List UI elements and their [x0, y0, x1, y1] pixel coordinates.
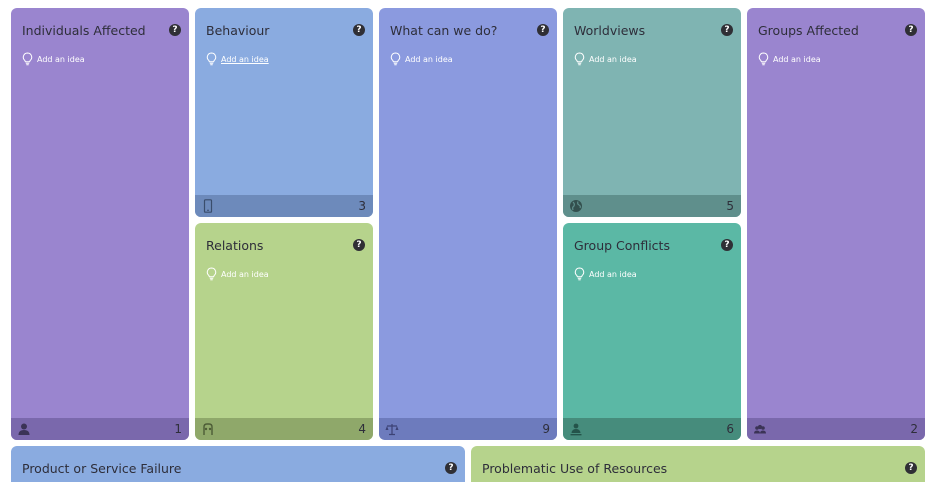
- add-idea-button[interactable]: Add an idea: [22, 52, 85, 66]
- card-title: Individuals Affected: [22, 23, 146, 38]
- card-individuals-affected: Individuals Affected ? Add an idea 1: [11, 8, 189, 440]
- card-footer: 1: [11, 418, 189, 440]
- add-idea-button[interactable]: Add an idea: [758, 52, 821, 66]
- lightbulb-icon: [574, 267, 585, 281]
- card-title: Behaviour: [206, 23, 270, 38]
- help-icon[interactable]: ?: [721, 24, 733, 36]
- lightbulb-icon: [206, 52, 217, 66]
- idea-count: 2: [910, 422, 918, 436]
- idea-count: 5: [726, 199, 734, 213]
- card-title: Worldviews: [574, 23, 646, 38]
- lightbulb-icon: [390, 52, 401, 66]
- help-icon[interactable]: ?: [905, 462, 917, 474]
- conflict-icon: [570, 423, 582, 436]
- card-footer: 2: [747, 418, 925, 440]
- group-icon: [754, 424, 766, 434]
- help-icon[interactable]: ?: [353, 24, 365, 36]
- help-icon[interactable]: ?: [905, 24, 917, 36]
- add-idea-button[interactable]: Add an idea: [390, 52, 453, 66]
- card-worldviews: Worldviews ? Add an idea 5: [563, 8, 741, 217]
- card-group-conflicts: Group Conflicts ? Add an idea 6: [563, 223, 741, 440]
- card-footer: 3: [195, 195, 373, 217]
- help-icon[interactable]: ?: [445, 462, 457, 474]
- add-idea-label: Add an idea: [221, 54, 269, 64]
- add-idea-label: Add an idea: [589, 269, 637, 279]
- card-title: Product or Service Failure: [22, 461, 182, 476]
- add-idea-label: Add an idea: [221, 269, 269, 279]
- add-idea-label: Add an idea: [37, 54, 85, 64]
- idea-count: 3: [358, 199, 366, 213]
- card-footer: 9: [379, 418, 557, 440]
- add-idea-button[interactable]: Add an idea: [206, 52, 269, 66]
- card-footer: 6: [563, 418, 741, 440]
- add-idea-label: Add an idea: [773, 54, 821, 64]
- card-title: Group Conflicts: [574, 238, 670, 253]
- add-idea-label: Add an idea: [589, 54, 637, 64]
- add-idea-button[interactable]: Add an idea: [574, 267, 637, 281]
- card-footer: 4: [195, 418, 373, 440]
- idea-count: 6: [726, 422, 734, 436]
- idea-count: 9: [542, 422, 550, 436]
- card-title: Problematic Use of Resources: [482, 461, 668, 476]
- lightbulb-icon: [206, 267, 217, 281]
- idea-count: 4: [358, 422, 366, 436]
- card-product-or-service-failure: Product or Service Failure ?: [11, 446, 465, 482]
- card-footer: 5: [563, 195, 741, 217]
- phone-icon: [203, 199, 213, 213]
- help-icon[interactable]: ?: [721, 239, 733, 251]
- person-icon: [18, 423, 30, 435]
- lightbulb-icon: [22, 52, 33, 66]
- card-title: Groups Affected: [758, 23, 859, 38]
- add-idea-button[interactable]: Add an idea: [206, 267, 269, 281]
- card-groups-affected: Groups Affected ? Add an idea 2: [747, 8, 925, 440]
- scales-icon: [385, 424, 399, 436]
- help-icon[interactable]: ?: [169, 24, 181, 36]
- card-title: Relations: [206, 238, 264, 253]
- globe-icon: [570, 200, 582, 212]
- add-idea-label: Add an idea: [405, 54, 453, 64]
- card-relations: Relations ? Add an idea 4: [195, 223, 373, 440]
- card-problematic-use-of-resources: Problematic Use of Resources ?: [471, 446, 925, 482]
- card-what-can-we-do: What can we do? ? Add an idea 9: [379, 8, 557, 440]
- card-title: What can we do?: [390, 23, 498, 38]
- card-behaviour: Behaviour ? Add an idea 3: [195, 8, 373, 217]
- lightbulb-icon: [574, 52, 585, 66]
- help-icon[interactable]: ?: [353, 239, 365, 251]
- idea-count: 1: [174, 422, 182, 436]
- lightbulb-icon: [758, 52, 769, 66]
- help-icon[interactable]: ?: [537, 24, 549, 36]
- add-idea-button[interactable]: Add an idea: [574, 52, 637, 66]
- relations-icon: [203, 423, 213, 435]
